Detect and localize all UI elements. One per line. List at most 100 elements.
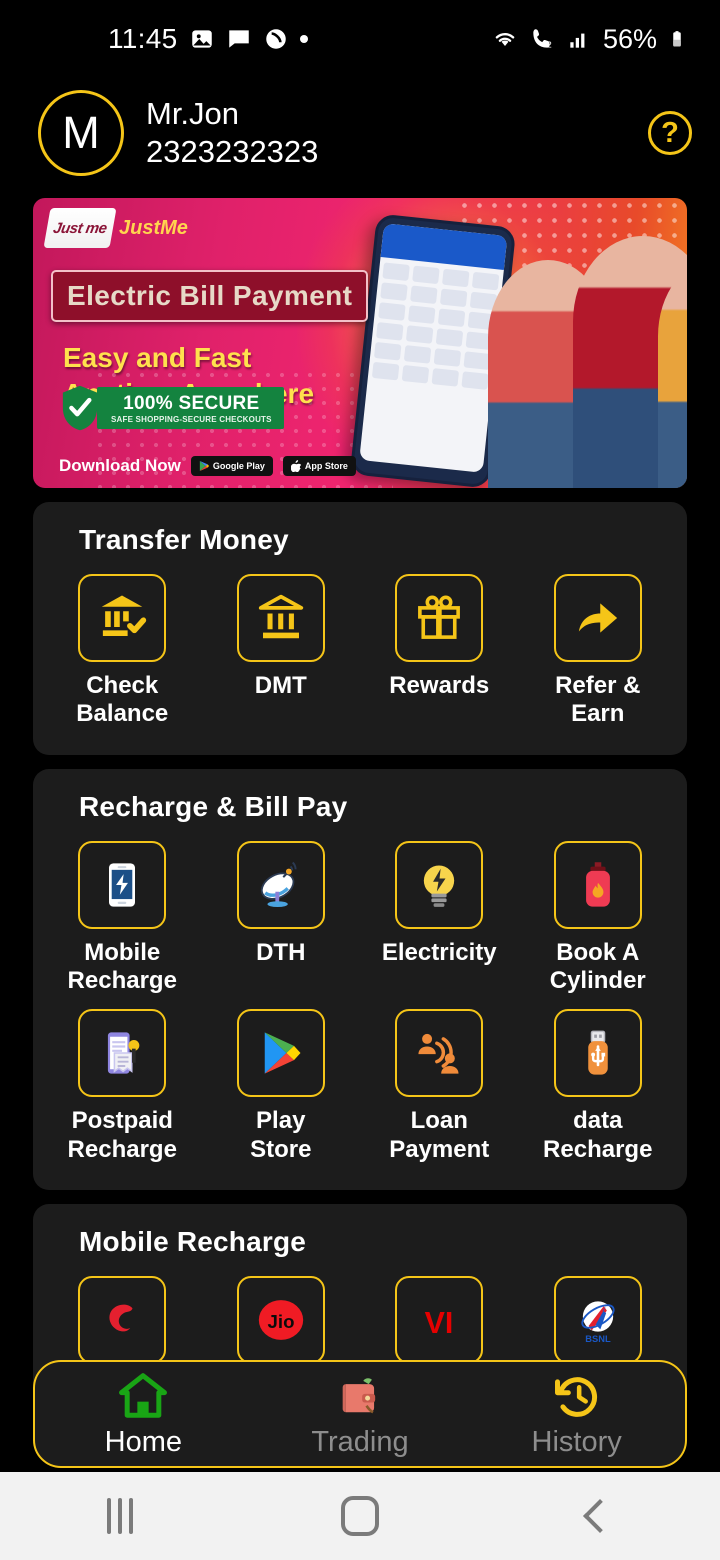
play-store-icon — [264, 1032, 301, 1074]
refer-earn-icon-box — [553, 574, 642, 662]
tile-label: Rewards — [389, 672, 489, 700]
transfer-money-grid: Check Balance DMT Rewards Refer & Earn — [43, 574, 677, 729]
vi-logo-icon: VI — [425, 1307, 454, 1340]
shield-check-icon — [62, 385, 98, 431]
nav-item-history[interactable]: History — [468, 1370, 685, 1459]
bank-check-icon — [102, 595, 147, 636]
airtel-icon-box — [78, 1275, 167, 1364]
tile-label-line2: Recharge — [67, 966, 177, 994]
avatar[interactable]: M — [38, 90, 124, 176]
tile-label-line1: Mobile — [84, 938, 161, 966]
gift-icon — [418, 595, 461, 639]
tile-play-store[interactable]: Play Store — [202, 1009, 361, 1164]
tile-data-recharge[interactable]: data Recharge — [519, 1009, 678, 1164]
back-icon[interactable] — [583, 1499, 617, 1533]
transfer-money-title: Transfer Money — [79, 524, 289, 555]
home-icon — [119, 1372, 168, 1418]
svg-text:2: 2 — [547, 40, 552, 50]
rewards-icon-box — [395, 574, 484, 662]
usb-drive-icon — [588, 1030, 608, 1075]
dot-indicator-icon — [299, 35, 308, 43]
tile-label: Postpaid Recharge — [68, 1107, 177, 1164]
wifi-icon — [492, 26, 518, 52]
bill-receipt-icon — [108, 1032, 140, 1074]
tile-label-line1: Play — [256, 1107, 306, 1135]
svg-text:Jio: Jio — [267, 1311, 294, 1332]
tile-label-line1: Book A — [556, 938, 640, 966]
book-cylinder-icon-box — [553, 840, 642, 929]
tile-label: Check Balance — [76, 672, 168, 729]
tile-rewards[interactable]: Rewards — [360, 574, 519, 729]
tile-electricity[interactable]: Electricity — [360, 840, 519, 996]
help-label: ? — [661, 116, 679, 149]
tile-label: Loan Payment — [389, 1107, 489, 1164]
banner-download-row: Download Now Google Play App Store — [59, 456, 356, 476]
tile-label-line2: Cylinder — [549, 966, 646, 994]
electricity-icon-box — [395, 840, 484, 929]
dth-icon-box — [236, 840, 325, 929]
banner-subtitle-line1: Easy and Fast — [63, 342, 252, 373]
tile-label: Book A Cylinder — [550, 939, 646, 996]
app-header: M Mr.Jon 2323232323 ? — [0, 78, 720, 188]
tile-loan-payment[interactable]: Loan Payment — [360, 1009, 519, 1164]
user-name: Mr.Jon — [146, 96, 240, 132]
tile-label-line2: Recharge — [543, 1135, 653, 1163]
play-store-icon-box — [236, 1009, 325, 1098]
banner-logo-mark: Just me — [43, 208, 117, 248]
bsnl-logo-icon: BSNL — [581, 1301, 615, 1344]
tile-label-line1: Refer & — [555, 672, 641, 699]
call-mute-icon — [263, 26, 289, 52]
app-store-badge[interactable]: App Store — [282, 456, 356, 476]
bank-icon — [258, 594, 303, 639]
wallet-icon — [342, 1377, 376, 1413]
tile-mobile-recharge[interactable]: Mobile Recharge — [43, 840, 202, 996]
google-play-badge[interactable]: Google Play — [190, 456, 273, 476]
lightbulb-bolt-icon — [424, 865, 455, 907]
app-store-label: App Store — [304, 461, 348, 471]
recharge-bill-pay-title: Recharge & Bill Pay — [79, 790, 348, 822]
recents-icon[interactable] — [107, 1498, 133, 1534]
tile-label-line2: Balance — [76, 700, 169, 728]
airtel-logo-icon — [109, 1304, 133, 1332]
tile-book-cylinder[interactable]: Book A Cylinder — [519, 840, 678, 996]
signal-bars-icon — [566, 26, 592, 52]
status-bar-right: 2 56% — [492, 24, 694, 55]
nav-item-trading[interactable]: Trading — [252, 1370, 469, 1459]
nav-item-home[interactable]: Home — [35, 1370, 252, 1459]
svg-text:BSNL: BSNL — [585, 1334, 611, 1344]
gas-cylinder-icon — [585, 861, 610, 907]
user-phone: 2323232323 — [146, 134, 319, 169]
jio-icon-box: Jio — [236, 1275, 325, 1364]
tile-postpaid-recharge[interactable]: Postpaid Recharge — [43, 1009, 202, 1164]
tile-check-balance[interactable]: Check Balance — [43, 574, 202, 729]
tile-dmt[interactable]: DMT — [202, 574, 361, 729]
mobile-recharge-icon-box — [78, 840, 167, 929]
jio-logo-icon: Jio — [258, 1300, 303, 1340]
tile-label: Refer & Earn — [555, 672, 640, 729]
dmt-icon-box — [236, 574, 325, 662]
bsnl-icon-box: BSNL — [553, 1275, 642, 1364]
tile-label-line2: Recharge — [67, 1135, 177, 1163]
banner-secure-title: 100% SECURE — [123, 393, 260, 414]
tile-label-line2: Store — [250, 1135, 312, 1163]
user-info[interactable]: Mr.Jon 2323232323 — [146, 96, 318, 170]
call-forward-icon: 2 — [529, 26, 555, 52]
tile-refer-earn[interactable]: Refer & Earn — [519, 574, 678, 729]
tile-dth[interactable]: DTH — [202, 840, 361, 996]
help-icon[interactable]: ? — [648, 111, 692, 155]
loan-people-icon — [418, 1034, 459, 1074]
apple-icon — [290, 460, 301, 472]
tile-label-line1: Loan — [410, 1107, 468, 1135]
home-circle-icon[interactable] — [341, 1496, 379, 1536]
play-store-icon — [199, 461, 209, 471]
tile-label: Play Store — [250, 1107, 311, 1164]
battery-percent: 56% — [602, 23, 657, 54]
promo-banner[interactable]: Just me JustMe Electric Bill Payment Eas… — [33, 198, 687, 488]
bottom-navigation: Home Trading History — [33, 1360, 687, 1468]
tile-label-line1: data — [573, 1107, 623, 1135]
status-bar-left: 11:45 — [108, 23, 308, 55]
google-play-label: Google Play — [212, 461, 265, 471]
banner-secure-sub: SAFE SHOPPING-SECURE CHECKOUTS — [111, 415, 272, 424]
tile-label-line1: Rewards — [389, 672, 490, 699]
status-time: 11:45 — [108, 23, 178, 54]
